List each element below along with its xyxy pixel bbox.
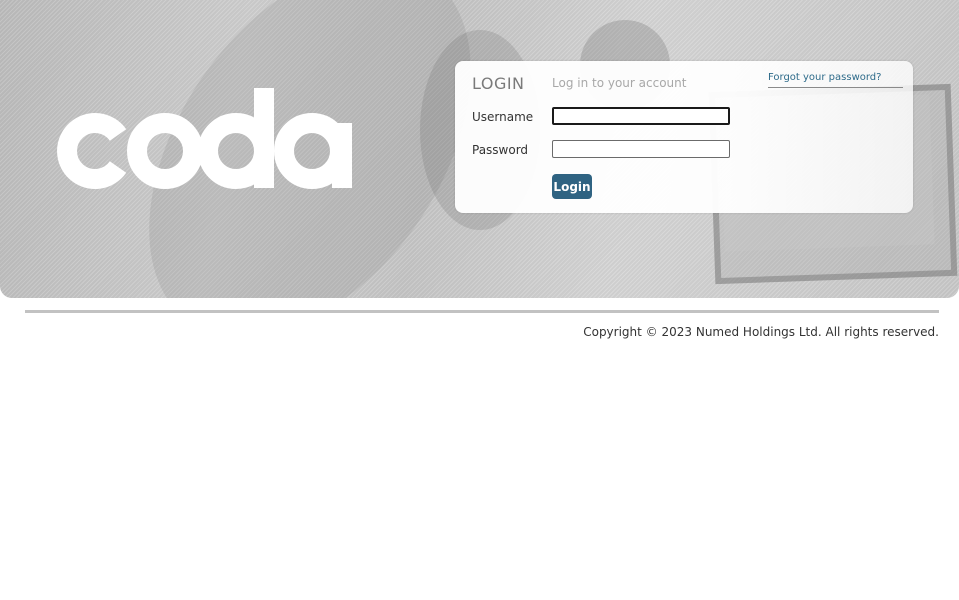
forgot-password-link[interactable]: Forgot your password? bbox=[768, 72, 903, 88]
copyright-text: Copyright © 2023 Numed Holdings Ltd. All… bbox=[583, 325, 939, 339]
login-panel: LOGIN Log in to your account Forgot your… bbox=[455, 61, 913, 213]
footer-divider bbox=[25, 310, 939, 313]
login-button[interactable]: Login bbox=[552, 174, 592, 199]
username-label: Username bbox=[472, 110, 534, 124]
password-label: Password bbox=[472, 143, 529, 157]
hero-banner: LOGIN Log in to your account Forgot your… bbox=[0, 0, 959, 298]
login-title: LOGIN bbox=[472, 74, 525, 93]
username-field[interactable] bbox=[552, 107, 730, 125]
password-field[interactable] bbox=[552, 140, 730, 158]
coda-logo bbox=[57, 88, 352, 189]
login-subtitle: Log in to your account bbox=[552, 76, 687, 90]
